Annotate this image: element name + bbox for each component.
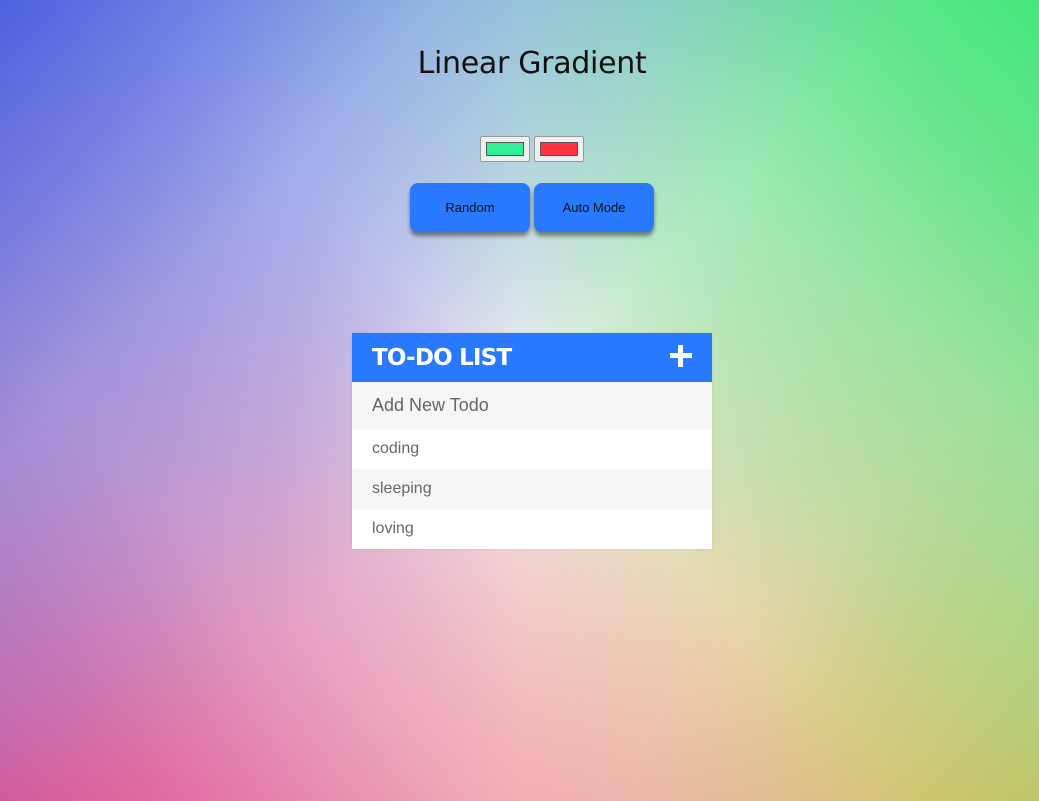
plus-icon[interactable]: [670, 344, 692, 367]
color-swatch-1: [486, 142, 524, 156]
todo-item[interactable]: loving: [352, 509, 712, 549]
color-pickers: [480, 136, 584, 162]
color-picker-1[interactable]: [480, 136, 530, 162]
color-swatch-2: [540, 142, 578, 156]
color-picker-2[interactable]: [534, 136, 584, 162]
todo-item[interactable]: sleeping: [352, 469, 712, 509]
auto-mode-button[interactable]: Auto Mode: [534, 183, 654, 232]
todo-list: coding sleeping loving: [352, 429, 712, 549]
todo-item[interactable]: coding: [352, 429, 712, 469]
todo-title: TO-DO LIST: [372, 344, 512, 371]
todo-panel: TO-DO LIST coding sleeping loving: [352, 333, 712, 549]
add-todo-input[interactable]: [352, 382, 712, 429]
random-button[interactable]: Random: [410, 183, 530, 232]
todo-header: TO-DO LIST: [352, 333, 712, 382]
page-title: Linear Gradient: [417, 46, 647, 81]
action-buttons: Random Auto Mode: [410, 183, 654, 232]
